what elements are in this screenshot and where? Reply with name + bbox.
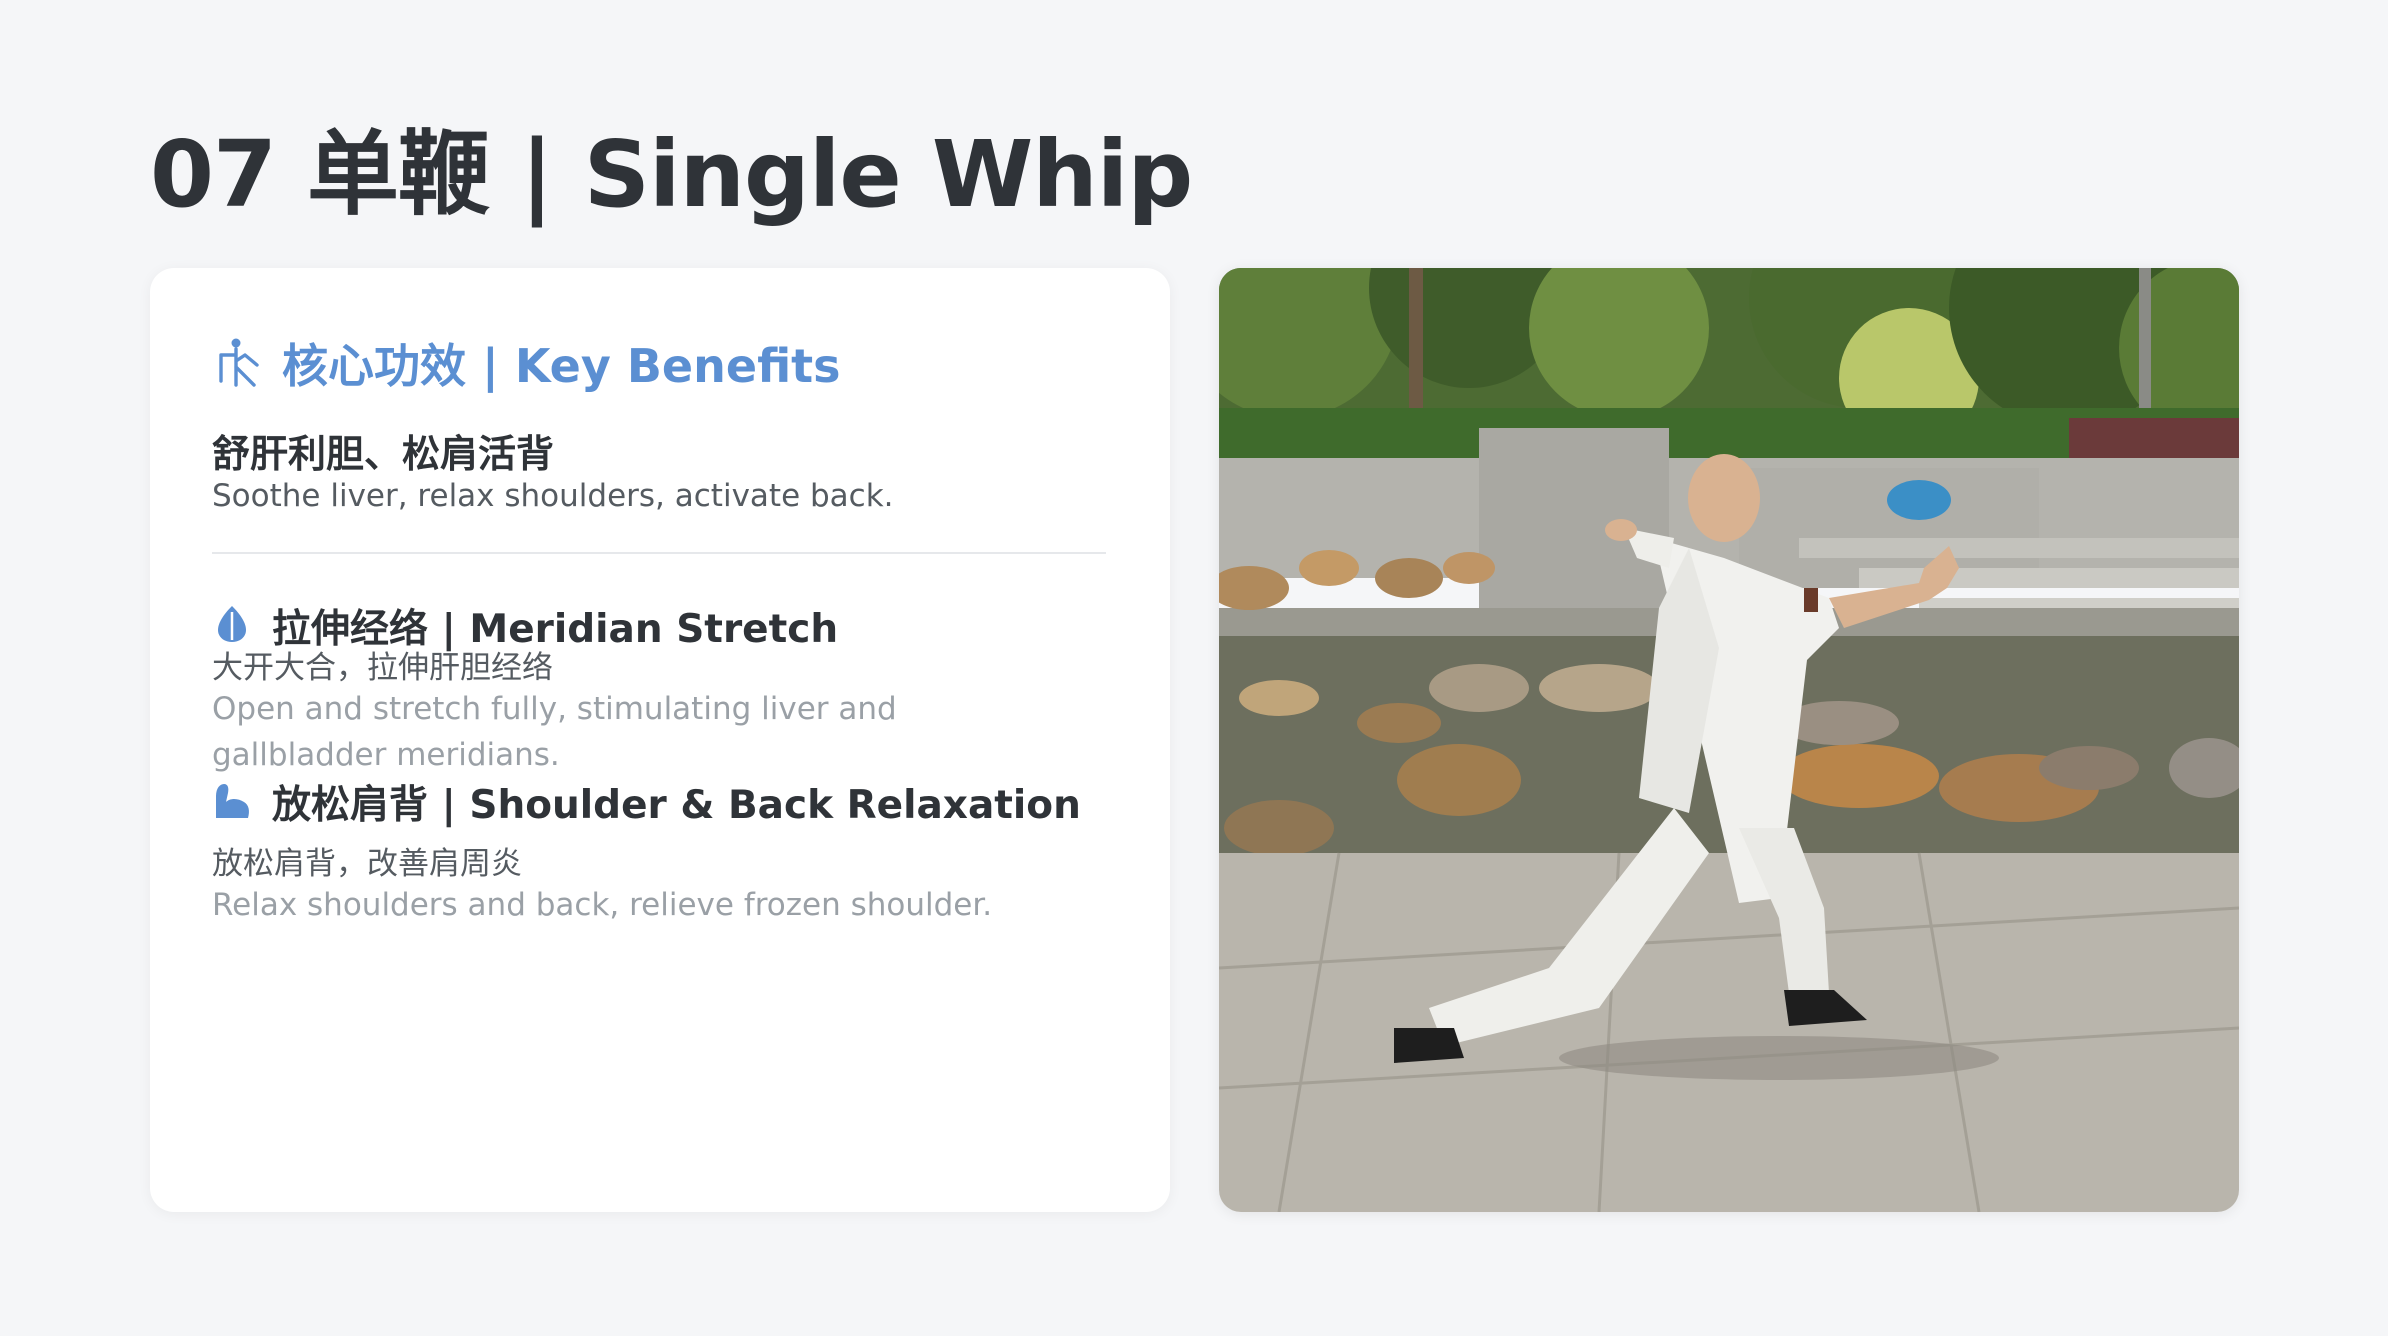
tai-chi-photo (1219, 268, 2239, 1212)
card-header: 核心功效 | Key Benefits (212, 330, 841, 396)
benefit-chinese: 放松肩背，改善肩周炎 (212, 846, 522, 882)
divider (212, 552, 1106, 554)
flexed-arm-icon (212, 780, 252, 824)
slide: 07 单鞭 | Single Whip 核心功效 | Key Benefits … (0, 0, 2388, 1336)
benefit-english: Relax shoulders and back, relieve frozen… (212, 887, 993, 923)
benefit-title: 放松肩背 | Shoulder & Back Relaxation (272, 783, 1081, 828)
benefit-shoulder-back: 放松肩背 | Shoulder & Back Relaxation (212, 774, 1081, 830)
summary-english: Soothe liver, relax shoulders, activate … (212, 478, 894, 514)
benefit-chinese: 大开大合，拉伸肝胆经络 (212, 650, 553, 686)
benefits-card: 核心功效 | Key Benefits 舒肝利胆、松肩活背 Soothe liv… (150, 268, 1170, 1212)
tai-chi-figure-icon (212, 335, 264, 391)
benefit-english: Open and stretch fully, stimulating live… (212, 691, 897, 773)
card-title: 核心功效 | Key Benefits (282, 339, 841, 393)
page-title: 07 单鞭 | Single Whip (150, 121, 1193, 228)
summary-chinese: 舒肝利胆、松肩活背 (212, 432, 555, 476)
